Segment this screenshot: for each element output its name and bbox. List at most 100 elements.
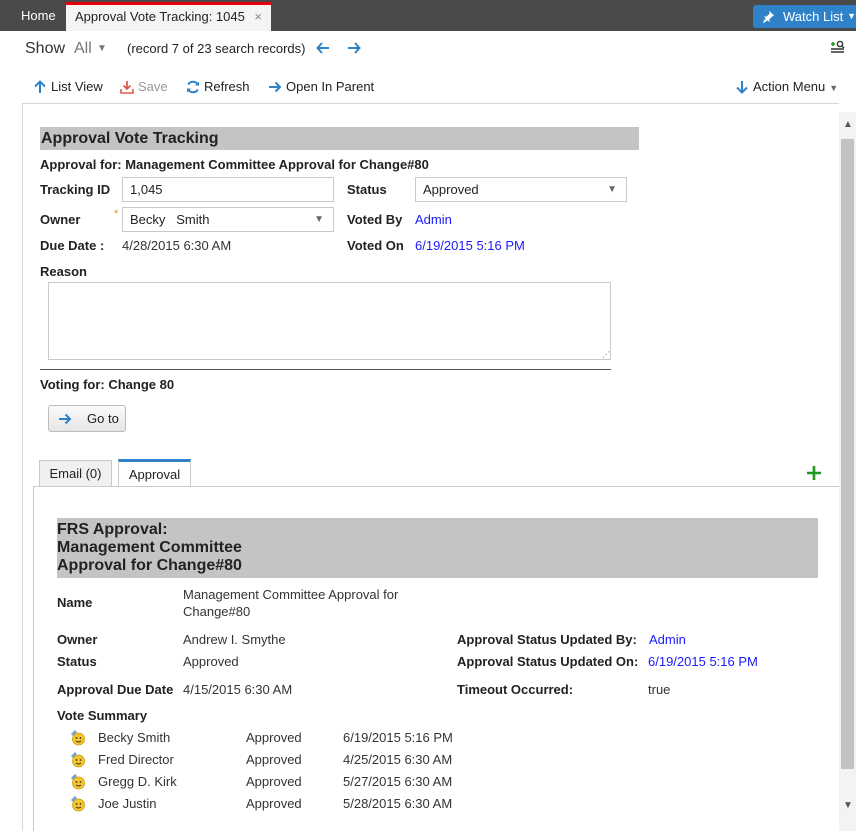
section-divider	[40, 369, 611, 370]
vote-date: 5/27/2015 6:30 AM	[343, 774, 453, 789]
approval-title-line3: Approval for Change#80	[57, 557, 242, 574]
updated-by-link[interactable]: Admin	[649, 632, 686, 647]
action-menu-label: Action Menu	[753, 79, 826, 94]
save-label: Save	[138, 79, 168, 94]
user-smiley-icon	[71, 730, 85, 746]
owner-label: Owner	[40, 212, 81, 227]
approval-title-line1: FRS Approval:	[57, 521, 168, 538]
open-in-parent-label: Open In Parent	[286, 79, 375, 94]
tab-home[interactable]: Home	[12, 4, 65, 31]
go-to-label: Go to	[87, 411, 119, 426]
plus-icon[interactable]	[806, 465, 822, 481]
timeout-value: true	[648, 682, 671, 697]
chevron-down-icon[interactable]: ▼	[97, 43, 107, 54]
vertical-scrollbar[interactable]: ▲ ▼	[839, 112, 856, 831]
voted-by-link[interactable]: Admin	[415, 212, 452, 227]
open-in-parent-button[interactable]: Open In Parent	[268, 78, 374, 96]
page-title: Approval Vote Tracking	[40, 127, 639, 150]
arrow-down-icon	[736, 81, 748, 94]
approval-title-line2: Management Committee	[57, 539, 242, 556]
arrow-left-icon[interactable]	[316, 41, 330, 55]
refresh-button[interactable]: Refresh	[186, 78, 250, 96]
user-smiley-icon	[71, 796, 85, 812]
pin-icon	[762, 10, 775, 23]
tab-approval[interactable]: Approval	[118, 459, 191, 487]
chevron-down-icon: ▼	[314, 214, 324, 225]
updated-on-label: Approval Status Updated On:	[457, 654, 639, 669]
go-to-button[interactable]: Go to	[48, 405, 126, 432]
vote-summary-label: Vote Summary	[57, 708, 148, 723]
scroll-up-icon[interactable]: ▲	[843, 119, 853, 130]
show-filter-dropdown[interactable]: All	[74, 40, 92, 58]
voter-name: Joe Justin	[98, 796, 157, 811]
watch-list-label: Watch List	[783, 9, 844, 24]
tracking-id-input[interactable]: 1,045	[122, 177, 334, 202]
vote-status: Approved	[246, 796, 302, 811]
approval-for-label: Approval for: Management Committee Appro…	[40, 157, 429, 172]
show-label: Show	[25, 40, 66, 57]
tab-title: Approval Vote Tracking: 1045	[75, 9, 245, 24]
reason-textarea[interactable]: ⋰	[48, 282, 611, 360]
save-icon	[120, 81, 134, 94]
chevron-down-icon: ▼	[847, 11, 856, 21]
approval-name-line2: Change#80	[183, 604, 251, 619]
close-icon[interactable]: ×	[254, 5, 262, 29]
add-to-list-icon[interactable]	[830, 40, 845, 55]
vote-status: Approved	[246, 752, 302, 767]
save-button[interactable]: Save	[120, 78, 168, 96]
arrow-right-icon	[59, 413, 72, 425]
updated-by-label: Approval Status Updated By:	[457, 632, 637, 647]
tab-email[interactable]: Email (0)	[39, 460, 112, 487]
approval-status-value: Approved	[183, 654, 239, 669]
top-tab-bar: Home Approval Vote Tracking: 1045 × Watc…	[0, 0, 856, 31]
refresh-label: Refresh	[204, 79, 250, 94]
arrow-right-icon	[269, 81, 282, 93]
list-view-label: List View	[51, 79, 103, 94]
due-date-label: Due Date :	[40, 238, 105, 253]
watch-list-button[interactable]: Watch List ▼	[753, 5, 856, 28]
user-smiley-icon	[71, 752, 85, 768]
voter-name: Becky Smith	[98, 730, 171, 745]
voter-name: Fred Director	[98, 752, 174, 767]
vote-status: Approved	[246, 774, 302, 789]
refresh-icon	[187, 80, 199, 94]
user-smiley-icon	[71, 774, 85, 790]
vote-date: 5/28/2015 6:30 AM	[343, 796, 453, 811]
approval-name-value: Management Committee Approval for Change…	[183, 586, 398, 620]
status-select-value: Approved	[423, 182, 479, 197]
vote-date: 6/19/2015 5:16 PM	[343, 730, 453, 745]
approval-due-date-value: 4/15/2015 6:30 AM	[183, 682, 293, 697]
timeout-label: Timeout Occurred:	[457, 682, 574, 697]
approval-name-label: Name	[57, 595, 93, 610]
voted-on-value: 6/19/2015 5:16 PM	[415, 238, 525, 253]
status-label: Status	[347, 182, 387, 197]
record-toolbar: List View Save Refresh Open In Parent Ac…	[0, 74, 856, 100]
approval-owner-value: Andrew I. Smythe	[183, 632, 286, 647]
chevron-down-icon: ▼	[829, 83, 839, 93]
scroll-down-icon[interactable]: ▼	[843, 800, 853, 811]
vote-date: 4/25/2015 6:30 AM	[343, 752, 453, 767]
list-view-button[interactable]: List View	[33, 78, 103, 96]
voter-name: Gregg D. Kirk	[98, 774, 177, 789]
resize-grip-icon[interactable]: ⋰	[602, 350, 610, 359]
scrollbar-thumb[interactable]	[841, 139, 854, 769]
arrow-right-icon[interactable]	[347, 41, 361, 55]
approval-name-line1: Management Committee Approval for	[183, 587, 399, 602]
tracking-id-label: Tracking ID	[40, 182, 111, 197]
reason-label: Reason	[40, 264, 87, 279]
chevron-down-icon: ▼	[607, 184, 617, 195]
status-select[interactable]: Approved ▼	[415, 177, 627, 202]
owner-select-value: Becky Smith	[130, 212, 210, 227]
action-menu-button[interactable]: Action Menu ▼	[735, 78, 838, 96]
owner-select[interactable]: Becky Smith ▼	[122, 207, 334, 232]
arrow-up-icon	[34, 80, 46, 93]
required-marker: *	[114, 208, 119, 220]
record-count: (record 7 of 23 search records)	[127, 41, 306, 56]
tab-approval-vote-tracking[interactable]: Approval Vote Tracking: 1045 ×	[66, 2, 271, 31]
voted-by-label: Voted By	[347, 212, 403, 227]
record-detail-panel: Approval Vote Tracking Approval for: Man…	[22, 103, 839, 831]
record-navigation: Show All ▼ (record 7 of 23 search record…	[0, 31, 856, 68]
updated-on-value: 6/19/2015 5:16 PM	[648, 654, 758, 669]
voted-on-label: Voted On	[347, 238, 404, 253]
approval-owner-label: Owner	[57, 632, 98, 647]
